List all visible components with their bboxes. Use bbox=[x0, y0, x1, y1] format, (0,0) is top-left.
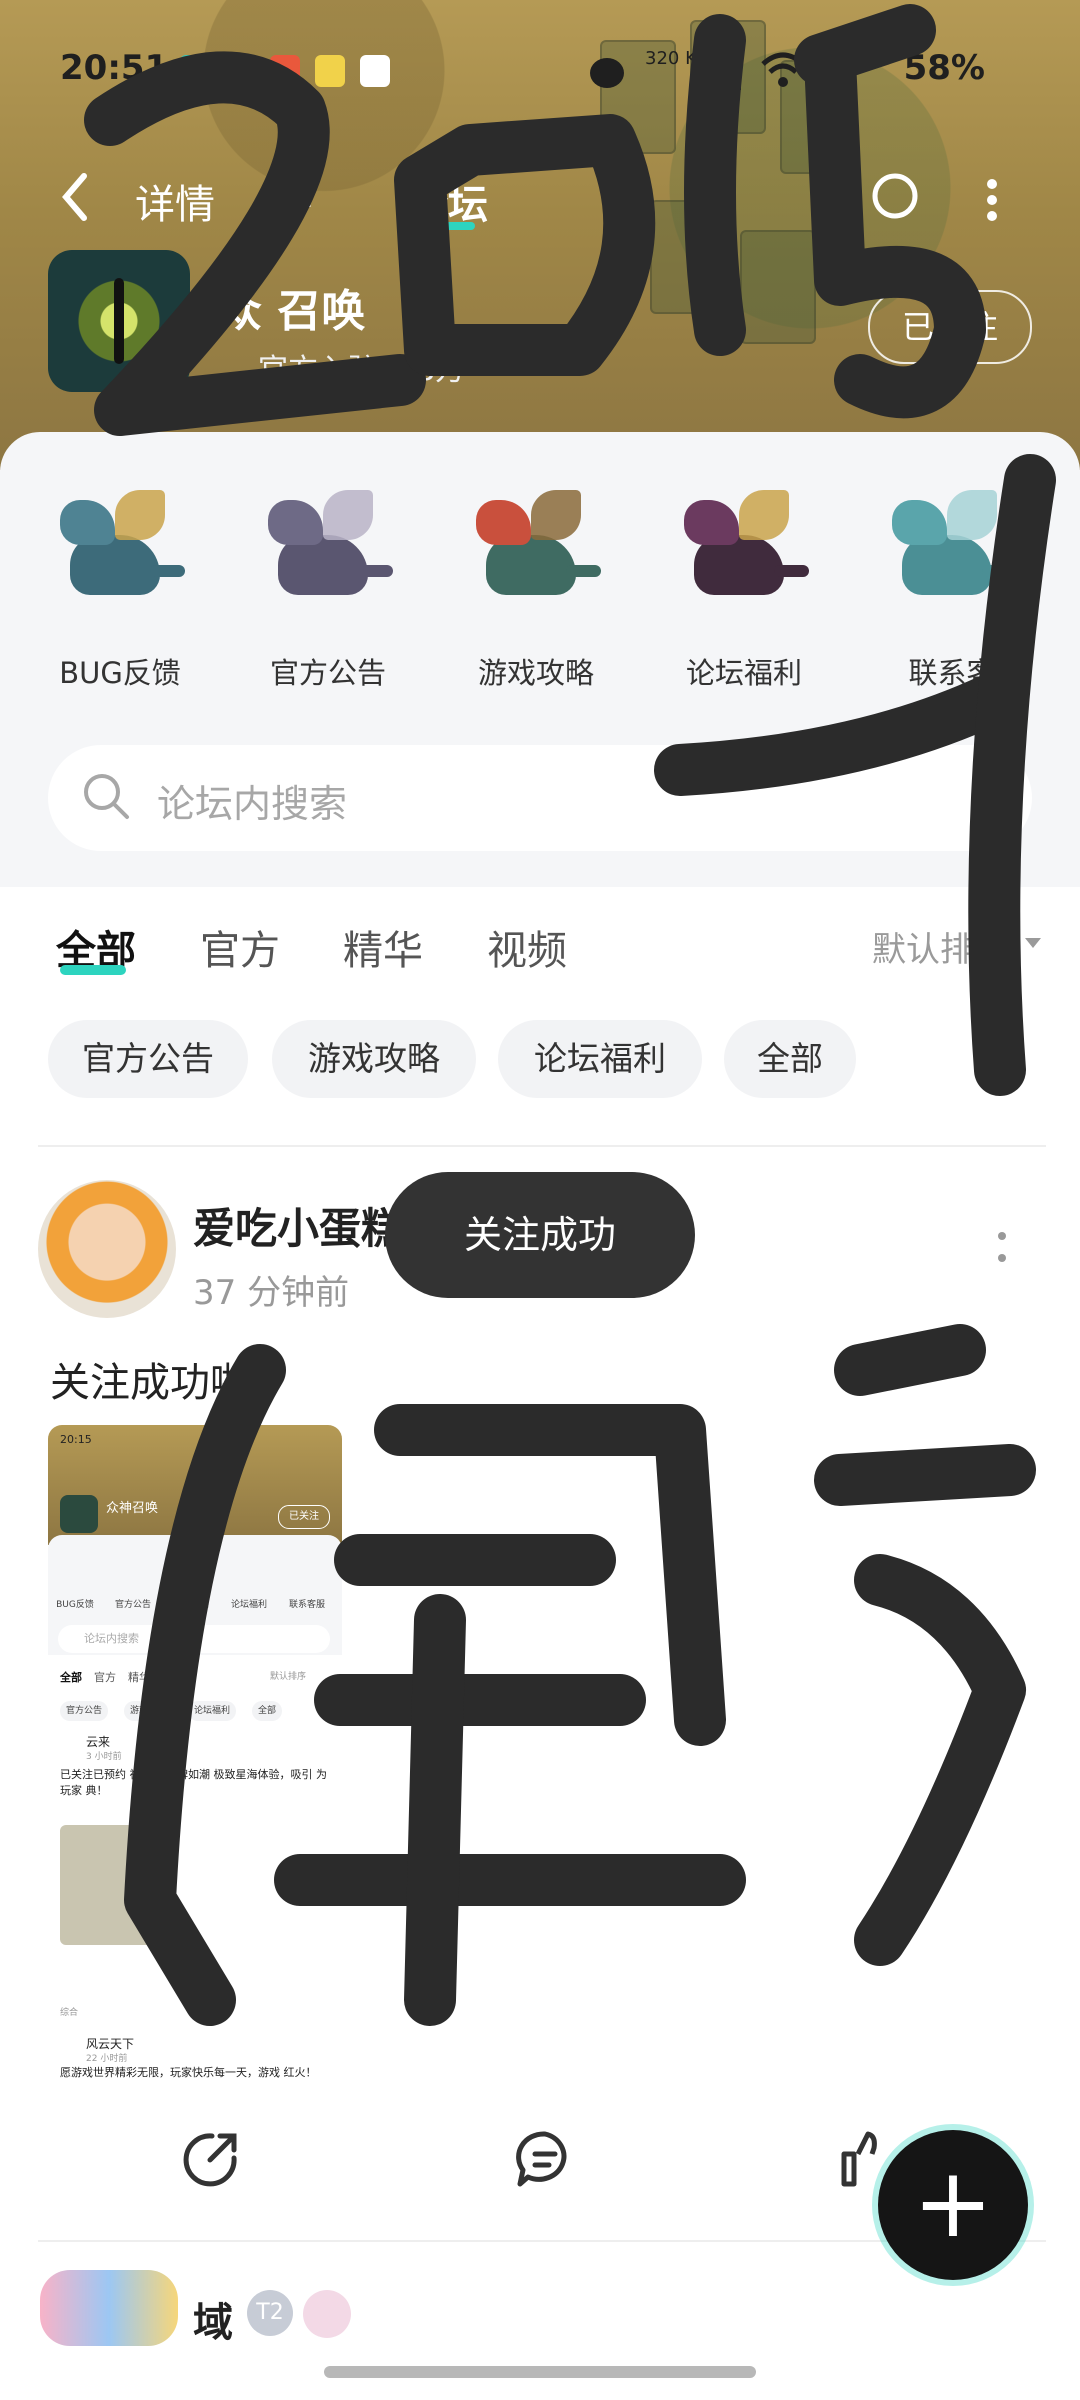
background-card-art bbox=[650, 200, 726, 314]
thumb-time-ago: 3 小时前 bbox=[86, 1752, 122, 1762]
post-image-screenshot[interactable]: 20:15 众神召唤 已关注 BUG反馈 官方公告 游戏攻略 论坛福利 联系客服… bbox=[48, 1425, 342, 2085]
chip-forum-welfare[interactable]: 论坛福利 bbox=[498, 1020, 702, 1098]
post-time: 37 分钟前 bbox=[193, 1273, 350, 1313]
battery-level: 58% bbox=[903, 48, 985, 88]
plus-icon: + bbox=[912, 2147, 994, 2259]
thumb-post-body: 愿游戏世界精彩无限，玩家快乐每一天，游戏 红火！ bbox=[60, 2066, 317, 2079]
thumb-tab: 精华 bbox=[128, 1671, 150, 1684]
signal-icon bbox=[705, 62, 741, 90]
thumb-category: 游戏攻略 bbox=[172, 1600, 209, 1610]
create-post-button[interactable]: + bbox=[878, 2130, 1028, 2280]
app-notification-icon bbox=[180, 55, 210, 87]
chip-all[interactable]: 全部 bbox=[724, 1020, 856, 1098]
home-indicator[interactable] bbox=[324, 2366, 756, 2378]
thumb-author: 云来 bbox=[86, 1735, 111, 1749]
thumb-author: 风云天下 bbox=[86, 2037, 135, 2051]
category-label: 官方公告 bbox=[269, 656, 386, 690]
thumb-chip: 游戏攻略 bbox=[124, 1701, 173, 1721]
tab-video[interactable]: 视频 bbox=[487, 918, 567, 976]
thumb-game-icon bbox=[60, 1495, 98, 1533]
thumb-section-label: 综合 bbox=[60, 2008, 79, 2018]
wifi-icon bbox=[761, 52, 805, 87]
thumb-game-name: 众神召唤 bbox=[106, 1501, 159, 1516]
thumb-category: 论坛福利 bbox=[230, 1600, 267, 1610]
search-placeholder[interactable]: 论坛内搜索 bbox=[157, 773, 347, 828]
game-name: 众 召唤 bbox=[218, 286, 366, 337]
status-time: 20:51 bbox=[60, 48, 169, 88]
game-icon[interactable] bbox=[48, 250, 190, 392]
category-label: 联系客 bbox=[908, 656, 996, 690]
category-customer-service[interactable]: 联系客 bbox=[852, 470, 1052, 690]
calendar-icon bbox=[360, 55, 390, 87]
app-notification-icon bbox=[270, 55, 300, 87]
thumb-time-ago: 22 小时前 bbox=[86, 2054, 128, 2064]
category-official-notice[interactable]: 官方公告 bbox=[228, 470, 428, 690]
user-decoration-icon bbox=[303, 2290, 351, 2338]
category-game-guide[interactable]: 游戏攻略 bbox=[436, 470, 636, 690]
status-bar: 20:51 320 KB/s 5G 58% bbox=[0, 0, 1080, 120]
avatar[interactable] bbox=[38, 1180, 176, 1318]
dragon-mascot-icon bbox=[60, 490, 185, 610]
user-level-badge: T2 bbox=[247, 2290, 293, 2336]
tab-featured[interactable]: 精华 bbox=[343, 918, 423, 976]
thumb-sort: 默认排序 bbox=[270, 1672, 307, 1682]
alarm-icon bbox=[590, 58, 624, 88]
comment-icon[interactable] bbox=[514, 2128, 576, 2190]
thumb-category: 联系客服 bbox=[288, 1600, 325, 1610]
thumb-tab: 官方 bbox=[94, 1671, 116, 1684]
post-text: 关注成功啦 bbox=[50, 1360, 250, 1406]
wifi-icon bbox=[816, 52, 860, 87]
caret-down-icon bbox=[1025, 938, 1041, 948]
thumb-follow: 已关注 bbox=[278, 1505, 330, 1529]
toast-message: 关注成功 bbox=[385, 1172, 695, 1298]
tab-official[interactable]: 官方 bbox=[200, 918, 280, 976]
app-notification-icon bbox=[315, 55, 345, 87]
thumb-tab: 全部 bbox=[60, 1671, 82, 1684]
more-vertical-icon[interactable] bbox=[998, 1230, 1006, 1264]
more-vertical-icon[interactable] bbox=[985, 178, 999, 222]
thumb-category: 官方公告 bbox=[114, 1600, 151, 1610]
dragon-mascot-icon bbox=[684, 490, 809, 610]
post-author[interactable]: 爱吃小蛋糕 bbox=[193, 1195, 403, 1256]
post-author[interactable]: 域 bbox=[193, 2290, 233, 2348]
follow-button[interactable]: 已关注 bbox=[868, 290, 1032, 364]
thumb-category: BUG反馈 bbox=[56, 1600, 94, 1610]
chip-official-notice[interactable]: 官方公告 bbox=[48, 1020, 248, 1098]
nav-tab-reviews[interactable]: 评 bbox=[272, 172, 312, 230]
nav-active-indicator bbox=[405, 222, 475, 230]
category-label: 游戏攻略 bbox=[477, 656, 594, 690]
category-label: BUG反馈 bbox=[59, 656, 181, 690]
thumb-chip: 全部 bbox=[252, 1701, 283, 1721]
thumb-time: 20:15 bbox=[60, 1433, 92, 1446]
thumb-chip: 官方公告 bbox=[60, 1701, 109, 1721]
avatar[interactable] bbox=[40, 2270, 178, 2346]
nav-tab-details[interactable]: 详情 bbox=[135, 172, 215, 230]
tab-active-indicator bbox=[60, 965, 126, 975]
category-bug-report[interactable]: BUG反馈 bbox=[20, 470, 220, 690]
thumb-post-body: 已关注已预约 祝玩家 口碑如潮 极致星海体验，吸引 为玩家 典！ bbox=[60, 1768, 327, 1797]
search-icon bbox=[84, 774, 129, 819]
category-label: 论坛福利 bbox=[685, 656, 802, 690]
dragon-mascot-icon bbox=[268, 490, 393, 610]
sort-dropdown[interactable]: 默认排序 bbox=[872, 922, 1008, 971]
game-meta[interactable]: 官方入驻 1.8万 bbox=[258, 345, 465, 389]
share-arrow-icon[interactable] bbox=[180, 2128, 242, 2190]
thumb-search: 论坛内搜索 bbox=[58, 1625, 330, 1653]
thumb-chip: 论坛福利 bbox=[188, 1701, 237, 1721]
category-forum-welfare[interactable]: 论坛福利 bbox=[644, 470, 844, 690]
dragon-mascot-icon bbox=[476, 490, 601, 610]
chevron-left-icon[interactable] bbox=[60, 172, 90, 222]
dragon-mascot-icon bbox=[892, 490, 1017, 610]
thumb-post-image bbox=[60, 1825, 156, 1945]
app-notification-icon bbox=[225, 55, 255, 87]
divider bbox=[38, 1145, 1046, 1147]
background-card-art bbox=[740, 230, 816, 344]
chip-game-guide[interactable]: 游戏攻略 bbox=[272, 1020, 476, 1098]
share-icon[interactable] bbox=[870, 168, 920, 224]
